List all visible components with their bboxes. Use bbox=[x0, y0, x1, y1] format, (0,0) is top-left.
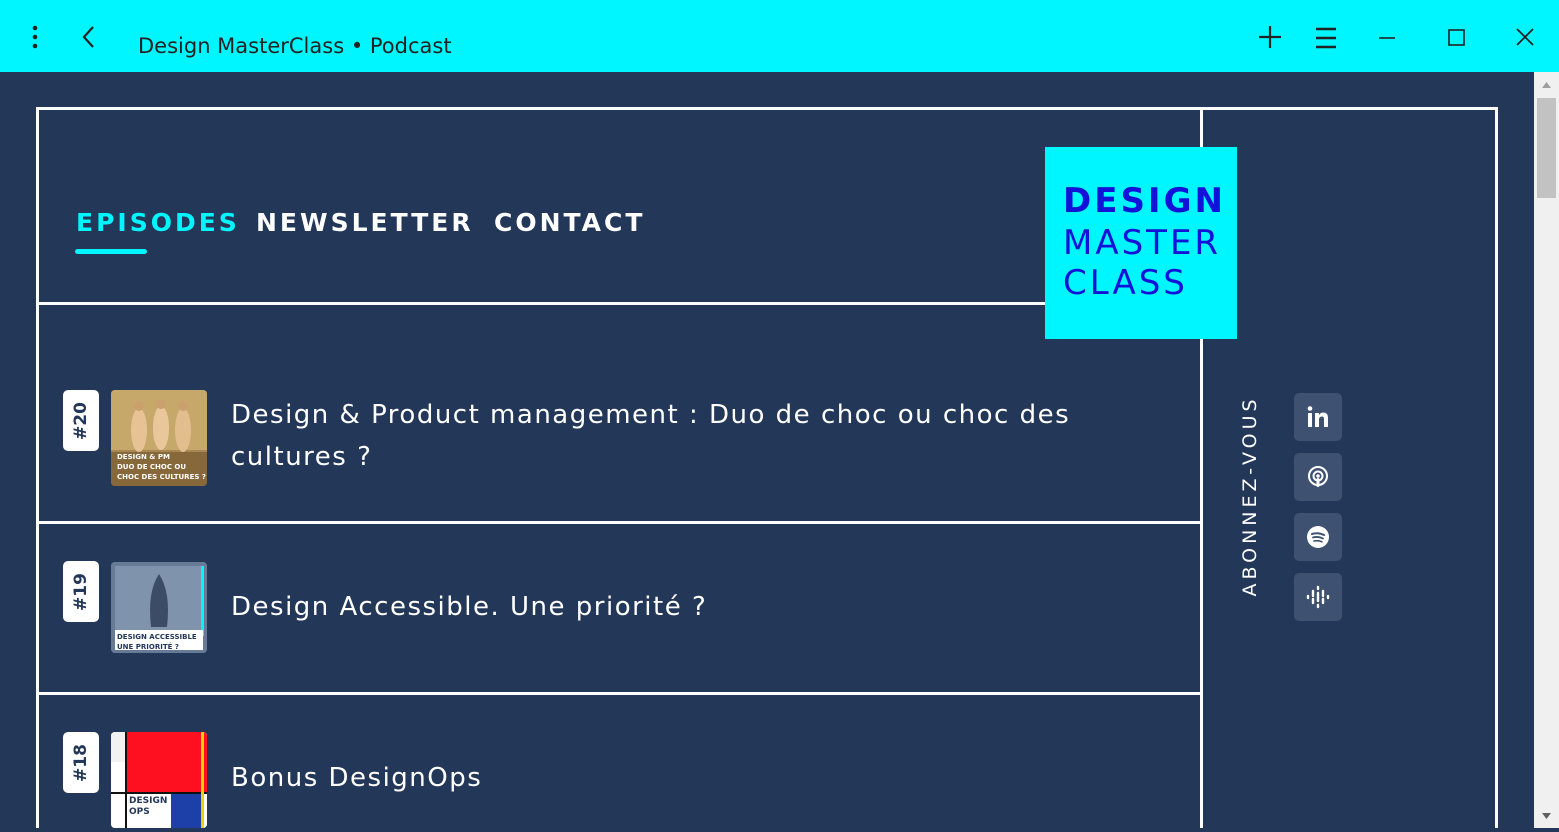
design-masterclass-logo[interactable]: DESIGN MASTER CLASS bbox=[1045, 147, 1237, 339]
minimize-icon[interactable] bbox=[1372, 22, 1402, 52]
logo-line-1: DESIGN bbox=[1063, 181, 1226, 221]
google-podcasts-button[interactable] bbox=[1294, 573, 1342, 621]
frame-top-line bbox=[36, 107, 1498, 110]
vertical-scrollbar[interactable] bbox=[1534, 72, 1559, 828]
nav-active-indicator bbox=[75, 249, 147, 254]
menu-icon[interactable] bbox=[1311, 22, 1341, 52]
linkedin-icon bbox=[1307, 406, 1328, 427]
frame-left-line bbox=[36, 107, 39, 828]
scroll-down-arrow-icon[interactable] bbox=[1534, 804, 1559, 828]
cover-text: OPS bbox=[129, 807, 150, 817]
back-button[interactable] bbox=[74, 22, 104, 52]
nav-episodes[interactable]: EPISODES bbox=[76, 208, 240, 237]
cover-text: DESIGN ACCESSIBLE bbox=[117, 633, 197, 641]
spotify-icon bbox=[1307, 526, 1329, 548]
apple-podcasts-button[interactable] bbox=[1294, 453, 1342, 501]
episode-cover[interactable]: DESIGN OPS bbox=[111, 732, 207, 828]
more-options-icon[interactable] bbox=[20, 22, 50, 52]
maximize-icon[interactable] bbox=[1441, 22, 1471, 52]
episode-title[interactable]: Design Accessible. Une priorité ? bbox=[231, 586, 1081, 628]
podcast-icon bbox=[1308, 466, 1328, 487]
episode-number: #19 bbox=[71, 572, 91, 611]
episode-number: #20 bbox=[71, 401, 91, 440]
google-podcasts-icon bbox=[1306, 585, 1330, 609]
logo-line-2: MASTER bbox=[1063, 223, 1222, 263]
episode-cover[interactable]: DESIGN ACCESSIBLE UNE PRIORITÉ ? bbox=[111, 562, 207, 653]
linkedin-button[interactable] bbox=[1294, 393, 1342, 441]
close-icon[interactable] bbox=[1510, 22, 1540, 52]
episode-title[interactable]: Bonus DesignOps bbox=[231, 757, 1081, 799]
window-title: Design MasterClass • Podcast bbox=[138, 34, 452, 58]
cover-text: CHOC DES CULTURES ? bbox=[117, 473, 206, 481]
nav-contact[interactable]: CONTACT bbox=[494, 208, 645, 237]
spotify-button[interactable] bbox=[1294, 513, 1342, 561]
row-divider bbox=[36, 692, 1203, 695]
logo-line-3: CLASS bbox=[1063, 263, 1188, 303]
cover-text: DUO DE CHOC OU bbox=[117, 463, 187, 471]
episode-title[interactable]: Design & Product management : Duo de cho… bbox=[231, 394, 1081, 478]
episode-cover[interactable]: DESIGN & PM DUO DE CHOC OU CHOC DES CULT… bbox=[111, 390, 207, 486]
cover-text: UNE PRIORITÉ ? bbox=[117, 643, 179, 651]
frame-right-line bbox=[1495, 107, 1498, 828]
episode-number-badge: #19 bbox=[63, 561, 99, 622]
row-divider bbox=[36, 521, 1203, 524]
nav-bottom-line bbox=[36, 302, 1046, 305]
title-bar: Design MasterClass • Podcast bbox=[0, 0, 1559, 72]
scrollbar-thumb[interactable] bbox=[1537, 98, 1556, 198]
subscribe-label: ABONNEZ-VOUS bbox=[1239, 395, 1261, 597]
episode-number-badge: #18 bbox=[63, 732, 99, 793]
scroll-up-arrow-icon[interactable] bbox=[1534, 72, 1559, 96]
add-icon[interactable] bbox=[1255, 22, 1285, 52]
episode-number-badge: #20 bbox=[63, 390, 99, 451]
episode-number: #18 bbox=[71, 743, 91, 782]
nav-newsletter[interactable]: NEWSLETTER bbox=[256, 208, 474, 237]
cover-text: DESIGN bbox=[129, 796, 168, 806]
cover-text: DESIGN & PM bbox=[117, 453, 170, 461]
